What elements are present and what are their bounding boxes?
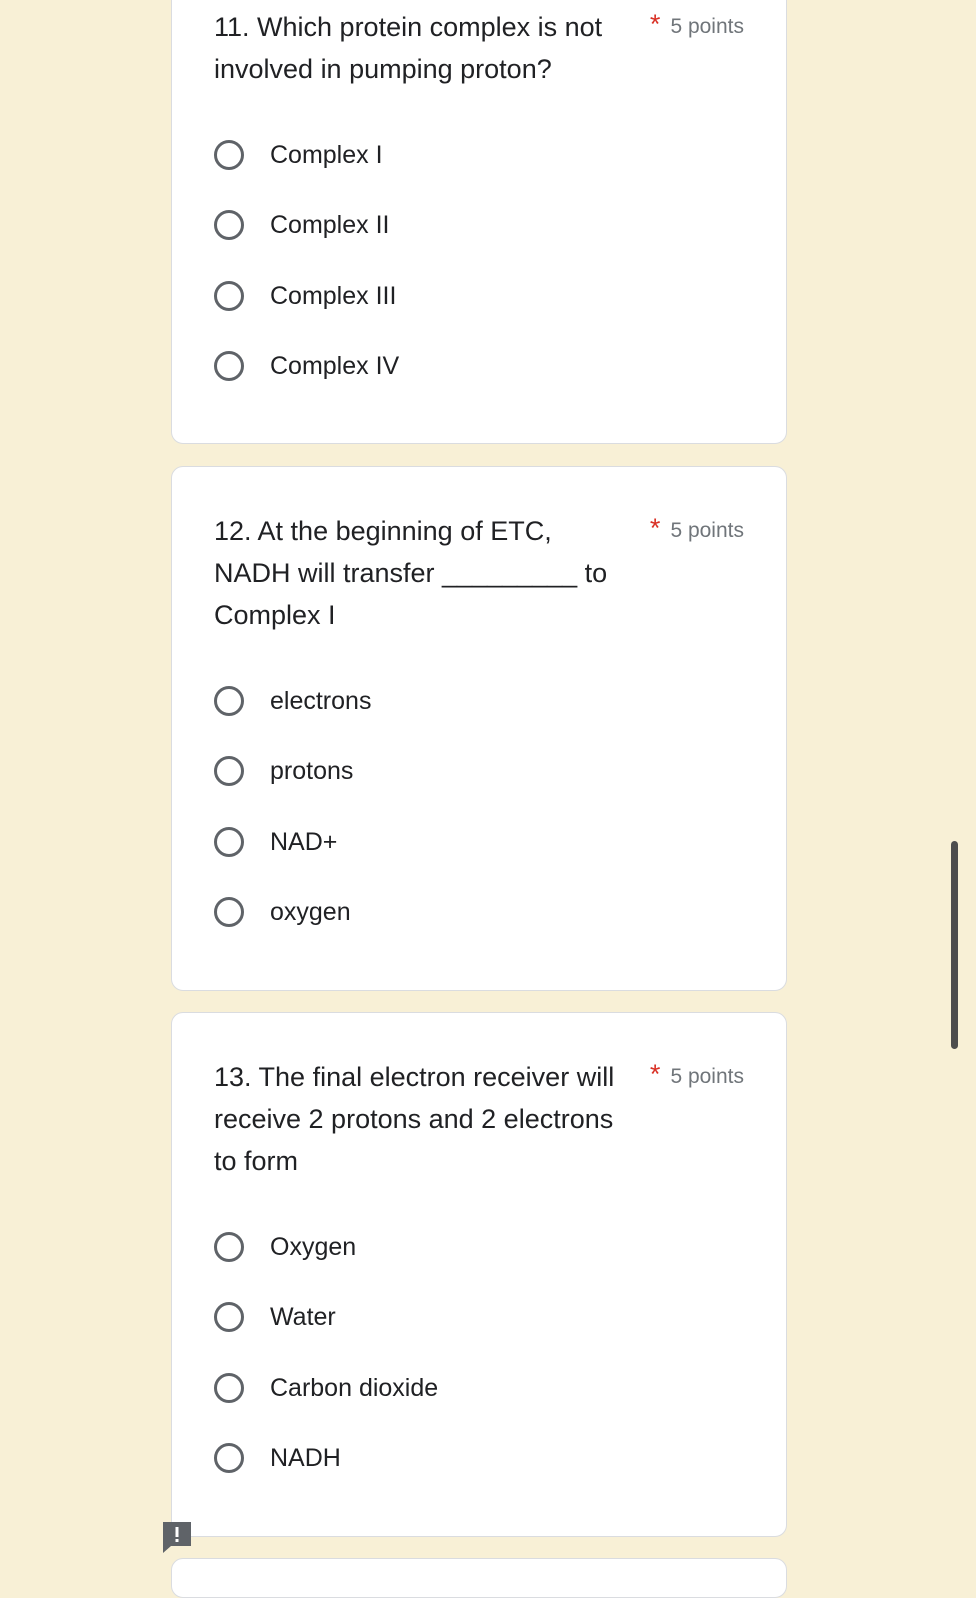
- question-meta: * 5 points: [650, 1059, 744, 1090]
- radio-unchecked-icon[interactable]: [214, 281, 244, 311]
- next-question-card: [171, 1558, 787, 1598]
- question-card-13: 13. The final electron receiver will rec…: [171, 1012, 787, 1537]
- radio-unchecked-icon[interactable]: [214, 1232, 244, 1262]
- option-protons[interactable]: protons: [214, 751, 353, 791]
- radio-unchecked-icon[interactable]: [214, 827, 244, 857]
- radio-unchecked-icon[interactable]: [214, 1373, 244, 1403]
- option-oxygen[interactable]: oxygen: [214, 892, 351, 932]
- option-label: electrons: [270, 686, 372, 715]
- radio-unchecked-icon[interactable]: [214, 140, 244, 170]
- radio-unchecked-icon[interactable]: [214, 756, 244, 786]
- radio-unchecked-icon[interactable]: [214, 351, 244, 381]
- exclamation-icon: [163, 1522, 191, 1553]
- option-label: Oxygen: [270, 1232, 357, 1261]
- option-electrons[interactable]: electrons: [214, 681, 371, 721]
- points-label: 5 points: [670, 519, 744, 542]
- option-nad-plus[interactable]: NAD+: [214, 822, 337, 862]
- option-label: NAD+: [270, 827, 338, 856]
- option-complex-3[interactable]: Complex III: [214, 276, 396, 316]
- option-complex-2[interactable]: Complex II: [214, 205, 389, 245]
- option-label: oxygen: [270, 897, 351, 926]
- option-oxygen[interactable]: Oxygen: [214, 1227, 356, 1267]
- radio-unchecked-icon[interactable]: [214, 686, 244, 716]
- radio-unchecked-icon[interactable]: [214, 897, 244, 927]
- radio-unchecked-icon[interactable]: [214, 210, 244, 240]
- points-label: 5 points: [670, 15, 744, 38]
- radio-unchecked-icon[interactable]: [214, 1443, 244, 1473]
- option-water[interactable]: Water: [214, 1297, 336, 1337]
- option-label: Water: [270, 1302, 336, 1331]
- question-meta: * 5 points: [650, 513, 744, 544]
- option-label: NADH: [270, 1443, 341, 1472]
- question-title: 13. The final electron receiver will rec…: [214, 1062, 615, 1176]
- option-complex-1[interactable]: Complex I: [214, 135, 383, 175]
- option-label: protons: [270, 756, 354, 785]
- option-label: Complex I: [270, 140, 383, 169]
- required-asterisk: *: [649, 513, 661, 543]
- scrollbar-thumb[interactable]: [951, 841, 958, 1049]
- points-label: 5 points: [670, 1065, 744, 1088]
- report-button[interactable]: [160, 1519, 194, 1553]
- option-label: Complex IV: [270, 351, 400, 380]
- question-title: 12. At the beginning of ETC, NADH will t…: [214, 516, 608, 630]
- option-label: Complex II: [270, 210, 390, 239]
- required-asterisk: *: [649, 9, 661, 39]
- question-meta: * 5 points: [650, 9, 744, 40]
- radio-unchecked-icon[interactable]: [214, 1302, 244, 1332]
- option-label: Complex III: [270, 281, 397, 310]
- option-nadh[interactable]: NADH: [214, 1438, 341, 1478]
- question-card-11: 11. Which protein complex is not involve…: [171, 0, 787, 444]
- option-complex-4[interactable]: Complex IV: [214, 346, 399, 386]
- option-label: Carbon dioxide: [270, 1373, 439, 1402]
- option-carbon-dioxide[interactable]: Carbon dioxide: [214, 1368, 438, 1408]
- required-asterisk: *: [649, 1059, 661, 1089]
- question-card-12: 12. At the beginning of ETC, NADH will t…: [171, 466, 787, 991]
- question-title: 11. Which protein complex is not involve…: [214, 12, 603, 84]
